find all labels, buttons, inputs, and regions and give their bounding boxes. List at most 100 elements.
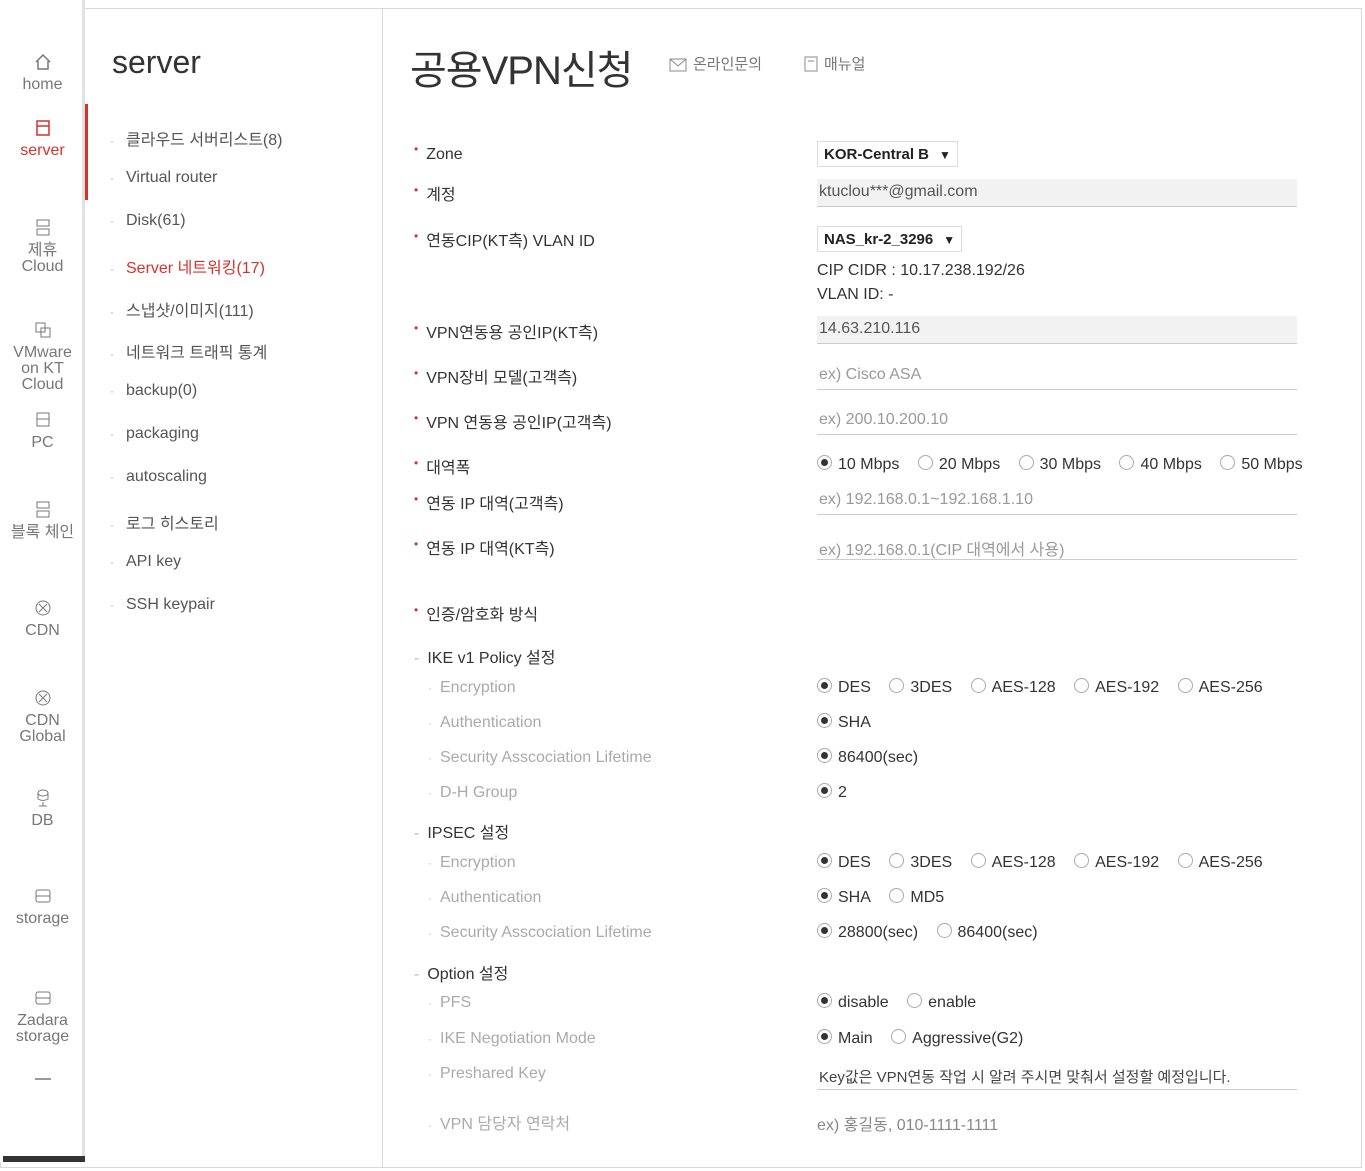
radio-label: 86400(sec) <box>838 749 919 766</box>
bandwidth-radio-10[interactable]: 10 Mbps <box>817 455 899 474</box>
rail-item-cdn-global[interactable]: CDN Global <box>0 688 85 745</box>
bandwidth-label: • 대역폭 <box>414 454 470 478</box>
submenu-item-snapshot-image[interactable]: · 스냅샷/이미지(111) <box>110 297 254 321</box>
ipsec-enc-radio-aes128[interactable]: AES-128 <box>970 853 1056 872</box>
rail-item-cdn[interactable]: CDN <box>0 598 85 639</box>
radio-label: Aggressive(G2) <box>912 1030 1024 1047</box>
account-label-text: 계정 <box>426 187 456 204</box>
ipsec-authentication-label-text: Authentication <box>440 889 542 906</box>
required-marker: • <box>414 321 419 335</box>
bandwidth-radio-40[interactable]: 40 Mbps <box>1119 455 1202 474</box>
customer-public-ip-label-text: VPN 연동용 공인IP(고객측) <box>426 415 612 432</box>
submenu-item-virtual-router[interactable]: · Virtual router <box>110 169 217 187</box>
rail-label-pc: PC <box>31 434 54 451</box>
vpn-model-input[interactable]: ex) Cisco ASA <box>817 362 1297 390</box>
left-icon-rail: home server 제휴 Cloud VMware on KT Cloud … <box>0 0 88 1162</box>
rail-item-vmware[interactable]: VMware on KT Cloud <box>0 320 85 393</box>
ipsec-enc-radio-aes192[interactable]: AES-192 <box>1074 853 1159 872</box>
ike-negotiation-mode-label-text: IKE Negotiation Mode <box>440 1030 596 1047</box>
kt-public-ip-field[interactable]: 14.63.210.116 <box>817 316 1297 344</box>
submenu-item-ssh-keypair[interactable]: · SSH keypair <box>110 596 215 614</box>
vlan-select[interactable]: NAS_kr-2_3296 ▼ <box>817 226 963 252</box>
ike-enc-radio-aes192[interactable]: AES-192 <box>1074 678 1159 697</box>
ipsec-encryption-label: · Encryption <box>428 854 516 872</box>
dash: - <box>414 825 420 842</box>
rail-item-blockchain[interactable]: 블록 체인 <box>0 500 85 541</box>
submenu-item-autoscaling[interactable]: · autoscaling <box>110 468 207 486</box>
ike-authentication-label-text: Authentication <box>440 714 542 731</box>
vpn-contact-label: · VPN 담당자 연락처 <box>428 1110 570 1134</box>
rail-label-vmware: VMware on KT Cloud <box>13 344 72 393</box>
ike-dh-radio-2[interactable]: 2 <box>817 783 847 802</box>
ipsec-auth-radio-md5[interactable]: MD5 <box>889 888 944 907</box>
account-field[interactable]: ktuclou***@gmail.com <box>817 179 1297 207</box>
ike-mode-radio-aggressive[interactable]: Aggressive(G2) <box>891 1029 1023 1048</box>
submenu-item-backup[interactable]: · backup(0) <box>110 382 197 400</box>
online-inquiry-link[interactable]: 온라인문의 <box>669 53 762 74</box>
server-icon <box>35 120 50 136</box>
pfs-radio-disable[interactable]: disable <box>817 993 889 1012</box>
ike-enc-radio-des[interactable]: DES <box>817 678 871 697</box>
bullet: · <box>110 347 114 361</box>
manual-link[interactable]: 매뉴얼 <box>804 53 865 74</box>
pc-icon <box>36 412 49 427</box>
bandwidth-radio-50[interactable]: 50 Mbps <box>1220 455 1303 474</box>
rail-label-zadara-storage: Zadara storage <box>15 1012 70 1045</box>
ike-lifetime-radio-86400[interactable]: 86400(sec) <box>817 748 918 767</box>
ipsec-authentication-radio-group: SHA MD5 <box>817 888 958 907</box>
ike-mode-radio-main[interactable]: Main <box>817 1029 873 1048</box>
rail-item-home[interactable]: home <box>0 52 85 93</box>
radio-label: SHA <box>838 714 871 731</box>
zone-select[interactable]: KOR-Central B ▼ <box>817 141 958 167</box>
ipsec-auth-radio-sha[interactable]: SHA <box>817 888 871 907</box>
bandwidth-radio-20[interactable]: 20 Mbps <box>917 455 1000 474</box>
vpn-contact-input[interactable]: ex) 홍길동, 010-1111-1111 <box>817 1111 998 1135</box>
option-title: Option 설정 <box>427 966 509 983</box>
submenu-item-log-history[interactable]: · 로그 히스토리 <box>110 510 219 534</box>
customer-public-ip-input[interactable]: ex) 200.10.200.10 <box>817 407 1297 435</box>
ipsec-enc-radio-aes256[interactable]: AES-256 <box>1177 853 1263 872</box>
bullet: · <box>428 1032 432 1046</box>
radio-circle <box>817 455 832 470</box>
rail-item-zadara-storage[interactable]: Zadara storage <box>0 988 85 1045</box>
radio-circle <box>1074 853 1090 868</box>
ike-lifetime-radio-group: 86400(sec) <box>817 748 932 767</box>
rail-item-partner-cloud[interactable]: 제휴 Cloud <box>0 218 85 275</box>
submenu-item-packaging[interactable]: · packaging <box>110 425 199 443</box>
submenu-item-server-networking[interactable]: · Server 네트워킹(17) <box>110 254 265 278</box>
ipsec-lifetime-radio-86400[interactable]: 86400(sec) <box>936 923 1038 942</box>
radio-circle <box>889 888 905 903</box>
dash: - <box>414 966 420 983</box>
customer-ip-range-input[interactable]: ex) 192.168.0.1~192.168.1.10 <box>817 487 1297 515</box>
ipsec-lifetime-label: · Security Asscociation Lifetime <box>428 924 652 942</box>
rail-item-server[interactable]: server <box>0 104 88 200</box>
rail-item-storage[interactable]: storage <box>0 886 85 927</box>
ike-encryption-label-text: Encryption <box>440 679 516 696</box>
kt-ip-range-input[interactable]: ex) 192.168.0.1(CIP 대역에서 사용) <box>817 532 1297 560</box>
zone-label-text: Zone <box>426 146 463 163</box>
rail-item-pc[interactable]: PC <box>0 410 85 451</box>
ipsec-enc-radio-des[interactable]: DES <box>817 853 871 872</box>
ike-auth-radio-sha[interactable]: SHA <box>817 713 871 732</box>
rail-label-cdn-global: CDN Global <box>19 712 66 745</box>
submenu-item-disk[interactable]: · Disk(61) <box>110 212 186 230</box>
submenu-item-cloud-server-list[interactable]: · 클라우드 서버리스트(8) <box>110 126 282 150</box>
bandwidth-radio-30[interactable]: 30 Mbps <box>1018 455 1101 474</box>
ike-negotiation-mode-label: · IKE Negotiation Mode <box>428 1030 596 1048</box>
submenu-item-network-traffic[interactable]: · 네트워크 트래픽 통계 <box>110 339 267 363</box>
radio-label: DES <box>838 854 871 871</box>
submenu-item-api-key[interactable]: · API key <box>110 553 181 571</box>
blockchain-icon <box>36 501 49 518</box>
ipsec-lifetime-radio-28800[interactable]: 28800(sec) <box>817 923 918 942</box>
ike-enc-radio-aes128[interactable]: AES-128 <box>970 678 1056 697</box>
pfs-radio-enable[interactable]: enable <box>907 993 976 1012</box>
rail-item-db[interactable]: DB <box>0 788 85 829</box>
radio-label: AES-256 <box>1198 854 1263 871</box>
ike-enc-radio-aes256[interactable]: AES-256 <box>1177 678 1263 697</box>
storage-icon <box>35 889 50 903</box>
bullet: · <box>110 305 114 319</box>
ipsec-enc-radio-3des[interactable]: 3DES <box>889 853 952 872</box>
ike-enc-radio-3des[interactable]: 3DES <box>889 678 952 697</box>
rail-label-storage: storage <box>15 910 70 927</box>
preshared-key-field[interactable]: Key값은 VPN연동 작업 시 알려 주시면 맞춰서 설정할 예정입니다. <box>817 1062 1297 1090</box>
